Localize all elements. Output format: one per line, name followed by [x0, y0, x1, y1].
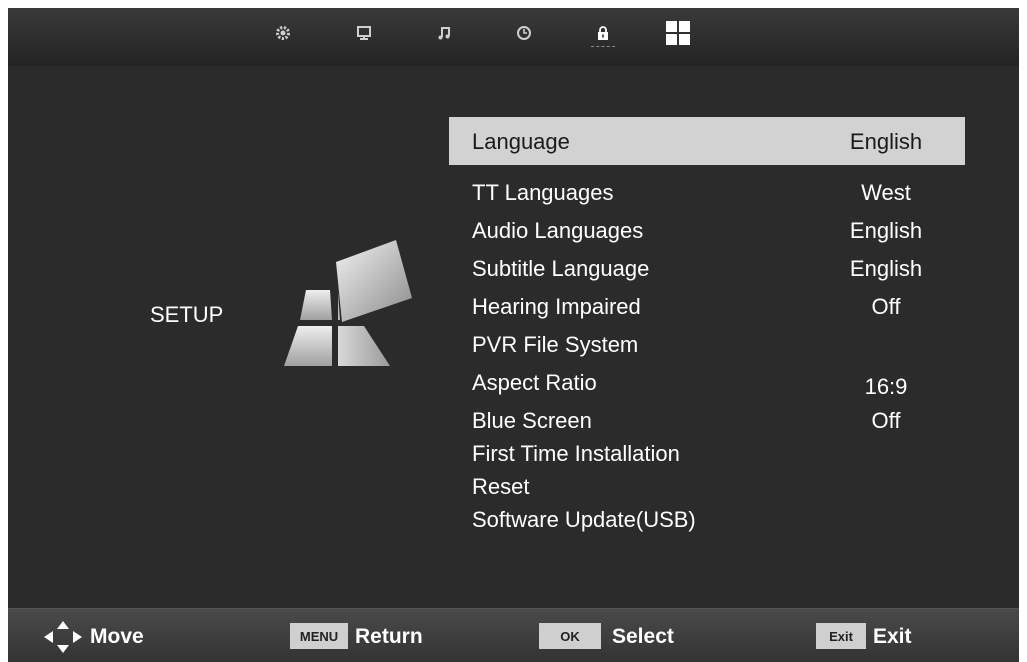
menu-item-label: PVR File System [472, 332, 639, 357]
menu-item-first-time-installation[interactable]: First Time Installation [449, 434, 965, 467]
menu-item-pvr-file-system[interactable]: PVR File System [449, 325, 965, 363]
menu-item-audio-languages[interactable]: Audio Languages English [449, 211, 965, 249]
menu-item-value: 16:9 [864, 374, 908, 399]
return-label: Return [355, 625, 423, 648]
menu-item-label: TT Languages [472, 180, 614, 205]
tab-sound[interactable] [432, 20, 456, 46]
menu-key[interactable]: MENU [290, 623, 348, 649]
music-note-icon [438, 27, 450, 40]
setup-tiles-icon [284, 240, 412, 366]
clock-icon [517, 26, 531, 40]
ok-key[interactable]: OK [539, 623, 601, 649]
footer-help-bar: Move MENU Return OK Select Exit Exit [8, 608, 1019, 662]
section-title: SETUP [150, 302, 224, 327]
gear-icon [276, 26, 290, 40]
menu-item-label: Audio Languages [472, 218, 644, 243]
menu-item-tt-languages[interactable]: TT Languages West [449, 173, 965, 211]
menu-item-reset[interactable]: Reset [449, 467, 965, 500]
exit-key[interactable]: Exit [816, 623, 866, 649]
tab-picture[interactable] [271, 20, 295, 46]
arrows-move-icon [44, 621, 82, 653]
menu-item-hearing-impaired[interactable]: Hearing Impaired Off [449, 287, 965, 325]
exit-label: Exit [873, 625, 912, 648]
tv-menu-screen: SETUP Language English TT Languages West [8, 8, 1019, 662]
menu-item-language[interactable]: Language English [449, 117, 965, 165]
grid-icon [666, 21, 690, 45]
select-label: Select [612, 625, 674, 648]
monitor-icon [357, 26, 371, 40]
menu-item-value: English [849, 129, 923, 154]
menu-item-label: First Time Installation [472, 441, 680, 466]
menu-item-label: Software Update(USB) [472, 507, 696, 532]
tab-time[interactable] [512, 20, 536, 46]
tab-lock[interactable] [591, 20, 615, 47]
menu-item-value: English [849, 256, 923, 281]
menu-item-label: Aspect Ratio [472, 370, 597, 395]
menu-item-value: Off [871, 408, 901, 433]
menu-item-blue-screen[interactable]: Blue Screen Off [449, 401, 965, 434]
menu-item-software-update[interactable]: Software Update(USB) [449, 500, 965, 533]
tab-channel[interactable] [352, 20, 376, 46]
menu-item-label: Reset [472, 474, 530, 499]
menu-item-label: Hearing Impaired [472, 294, 641, 319]
menu-item-value: West [861, 180, 911, 205]
top-tab-bar [8, 8, 1019, 66]
lock-icon [598, 26, 608, 40]
menu-item-subtitle-language[interactable]: Subtitle Language English [449, 249, 965, 287]
menu-item-label: Language [472, 129, 570, 154]
setup-menu-list: Language English TT Languages West Audio… [449, 117, 965, 533]
move-label: Move [90, 625, 144, 648]
menu-item-aspect-ratio[interactable]: Aspect Ratio 16:9 [449, 363, 965, 401]
menu-item-label: Subtitle Language [472, 256, 650, 281]
menu-item-label: Blue Screen [472, 408, 592, 433]
menu-item-value: English [849, 218, 923, 243]
tab-setup[interactable] [663, 18, 693, 48]
menu-item-value: Off [871, 294, 901, 319]
